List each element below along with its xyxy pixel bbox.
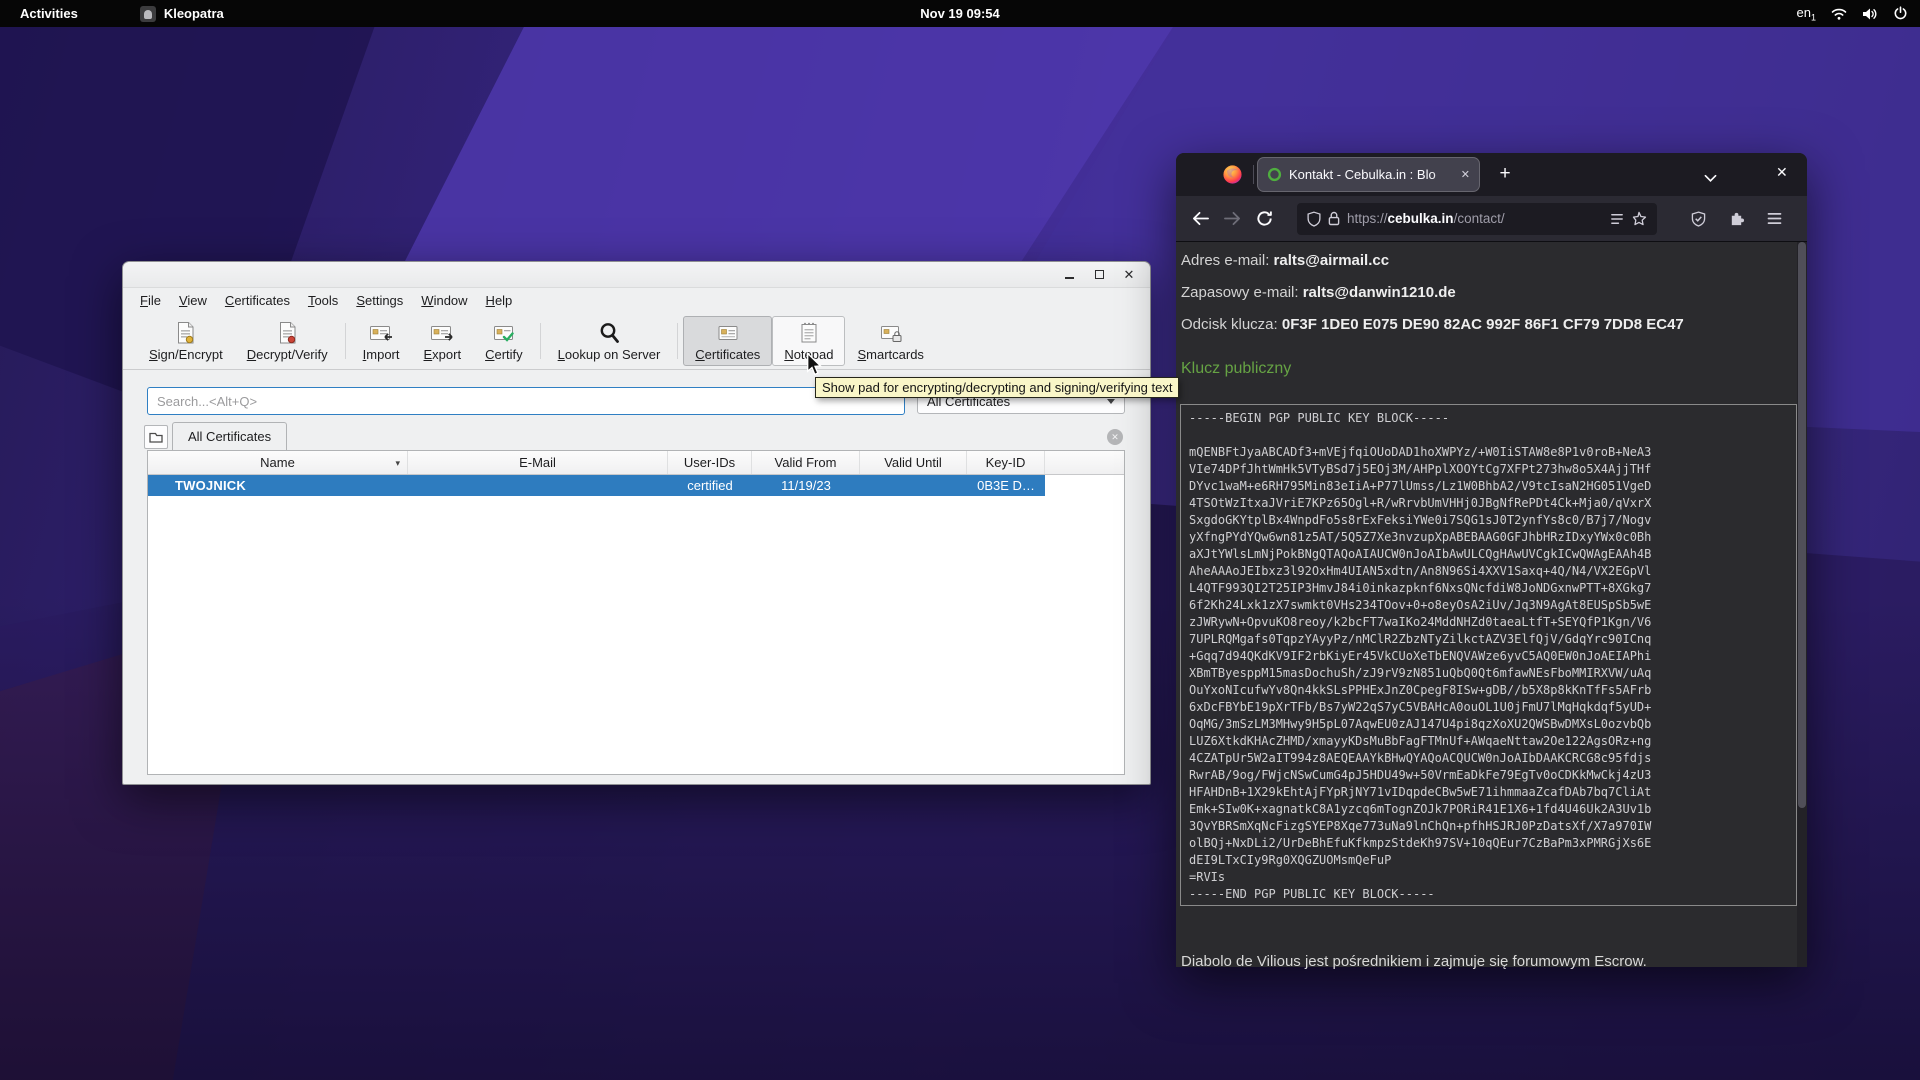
tab-all-certificates[interactable]: All Certificates bbox=[172, 422, 287, 450]
menu-window[interactable]: Window bbox=[412, 290, 476, 311]
wifi-icon[interactable] bbox=[1831, 7, 1847, 21]
column-header-filler bbox=[1045, 451, 1124, 474]
close-tab-button[interactable]: ✕ bbox=[1107, 429, 1123, 445]
toolbar-export-button[interactable]: Export bbox=[412, 316, 474, 366]
column-header-valid-until[interactable]: Valid Until bbox=[860, 451, 967, 474]
extensions-puzzle-icon[interactable] bbox=[1720, 203, 1752, 235]
back-button[interactable] bbox=[1184, 203, 1216, 235]
toolbar-import-button[interactable]: Import bbox=[351, 316, 412, 366]
email-line: Adres e-mail: ralts@airmail.cc bbox=[1181, 252, 1389, 269]
browser-tab-active[interactable]: Kontakt - Cebulka.in : Blo ✕ bbox=[1258, 158, 1479, 191]
hamburger-menu-icon[interactable] bbox=[1758, 203, 1790, 235]
firefox-logo-icon bbox=[1222, 164, 1243, 190]
fingerprint-line: Odcisk klucza: 0F3F 1DE0 E075 DE90 82AC … bbox=[1181, 316, 1684, 333]
site-favicon bbox=[1267, 167, 1282, 182]
clock[interactable]: Nov 19 09:54 bbox=[0, 0, 1920, 27]
certificate-row[interactable]: TWOJNICK certified 11/19/23 0B3E D… bbox=[148, 475, 1124, 496]
window-close-button[interactable]: ✕ bbox=[1776, 164, 1788, 181]
gnome-top-bar: Activities Kleopatra Nov 19 09:54 en1 bbox=[0, 0, 1920, 27]
firefox-nav-bar: https://cebulka.in/contact/ bbox=[1176, 196, 1807, 242]
sign-encrypt-icon bbox=[175, 320, 196, 345]
toolbar-separator bbox=[345, 323, 346, 359]
volume-icon[interactable] bbox=[1862, 7, 1878, 21]
toolbar-certificates-button[interactable]: Certificates bbox=[683, 316, 772, 366]
toolbar: Sign/Encrypt Decrypt/Verify Import Expor… bbox=[123, 313, 1150, 370]
minimize-button[interactable] bbox=[1062, 268, 1076, 282]
pgp-public-key-block: -----BEGIN PGP PUBLIC KEY BLOCK----- mQE… bbox=[1180, 404, 1797, 906]
mouse-cursor bbox=[806, 352, 824, 382]
maximize-button[interactable] bbox=[1092, 268, 1106, 282]
list-tabs-chevron-icon[interactable] bbox=[1704, 170, 1717, 188]
table-header: Name▾ E-Mail User-IDs Valid From Valid U… bbox=[148, 451, 1124, 475]
toolbar-certify-button[interactable]: Certify bbox=[473, 316, 535, 366]
shield-check-icon[interactable] bbox=[1682, 203, 1714, 235]
reader-mode-icon[interactable] bbox=[1610, 212, 1624, 226]
tab-separator bbox=[1253, 165, 1254, 184]
smartcards-icon bbox=[879, 320, 903, 345]
lock-icon[interactable] bbox=[1328, 211, 1340, 226]
kleopatra-titlebar[interactable]: ✕ bbox=[123, 262, 1150, 288]
certificates-icon bbox=[716, 320, 740, 345]
search-icon bbox=[598, 320, 620, 345]
kleopatra-window: ✕ File View Certificates Tools Settings … bbox=[122, 261, 1151, 785]
public-key-heading: Klucz publiczny bbox=[1181, 360, 1291, 378]
menu-tools[interactable]: Tools bbox=[299, 290, 347, 311]
shield-icon[interactable] bbox=[1307, 211, 1321, 227]
page-content: Adres e-mail: ralts@airmail.cc Zapasowy … bbox=[1176, 242, 1807, 967]
close-button[interactable]: ✕ bbox=[1122, 268, 1136, 282]
page-footer-text: Diabolo de Vilious jest pośrednikiem i z… bbox=[1181, 953, 1647, 970]
export-icon bbox=[429, 320, 455, 345]
toolbar-sign-encrypt-button[interactable]: Sign/Encrypt bbox=[137, 316, 235, 366]
power-icon[interactable] bbox=[1893, 6, 1908, 21]
notepad-tooltip: Show pad for encrypting/decrypting and s… bbox=[815, 377, 1179, 398]
new-tab-button[interactable]: + bbox=[1491, 160, 1519, 188]
notepad-icon bbox=[799, 320, 819, 345]
backup-email-line: Zapasowy e-mail: ralts@danwin1210.de bbox=[1181, 284, 1456, 301]
new-tab-icon bbox=[149, 431, 163, 443]
menu-certificates[interactable]: Certificates bbox=[216, 290, 299, 311]
scrollbar-thumb[interactable] bbox=[1798, 242, 1806, 808]
certify-icon bbox=[492, 320, 516, 345]
column-header-name[interactable]: Name▾ bbox=[148, 451, 408, 474]
forward-button[interactable] bbox=[1216, 203, 1248, 235]
column-header-key-id[interactable]: Key-ID bbox=[967, 451, 1045, 474]
import-icon bbox=[368, 320, 394, 345]
reload-button[interactable] bbox=[1248, 203, 1280, 235]
toolbar-separator bbox=[677, 323, 678, 359]
menu-bar: File View Certificates Tools Settings Wi… bbox=[123, 288, 1150, 313]
chevron-down-icon bbox=[1107, 399, 1115, 404]
page-scrollbar[interactable] bbox=[1797, 242, 1807, 967]
firefox-window: Kontakt - Cebulka.in : Blo ✕ + ✕ https:/… bbox=[1176, 153, 1807, 967]
firefox-tab-bar: Kontakt - Cebulka.in : Blo ✕ + ✕ bbox=[1176, 153, 1807, 196]
toolbar-smartcards-button[interactable]: Smartcards bbox=[845, 316, 935, 366]
menu-help[interactable]: Help bbox=[477, 290, 522, 311]
menu-settings[interactable]: Settings bbox=[347, 290, 412, 311]
menu-file[interactable]: File bbox=[131, 290, 170, 311]
tab-title: Kontakt - Cebulka.in : Blo bbox=[1289, 167, 1454, 182]
column-header-valid-from[interactable]: Valid From bbox=[752, 451, 860, 474]
url-bar[interactable]: https://cebulka.in/contact/ bbox=[1297, 203, 1657, 235]
toolbar-lookup-on-server-button[interactable]: Lookup on Server bbox=[546, 316, 673, 366]
url-text: https://cebulka.in/contact/ bbox=[1347, 211, 1603, 226]
search-input[interactable] bbox=[147, 387, 905, 415]
toolbar-decrypt-verify-button[interactable]: Decrypt/Verify bbox=[235, 316, 340, 366]
sort-indicator-icon: ▾ bbox=[395, 458, 400, 469]
bookmark-star-icon[interactable] bbox=[1631, 211, 1647, 226]
decrypt-verify-icon bbox=[277, 320, 298, 345]
column-header-user-ids[interactable]: User-IDs bbox=[668, 451, 752, 474]
keyboard-layout-indicator[interactable]: en1 bbox=[1797, 5, 1816, 23]
menu-view[interactable]: View bbox=[170, 290, 216, 311]
tab-close-icon[interactable]: ✕ bbox=[1461, 168, 1470, 181]
certificates-table: Name▾ E-Mail User-IDs Valid From Valid U… bbox=[147, 450, 1125, 775]
toolbar-separator bbox=[540, 323, 541, 359]
column-header-email[interactable]: E-Mail bbox=[408, 451, 668, 474]
open-tab-button[interactable] bbox=[144, 425, 168, 449]
